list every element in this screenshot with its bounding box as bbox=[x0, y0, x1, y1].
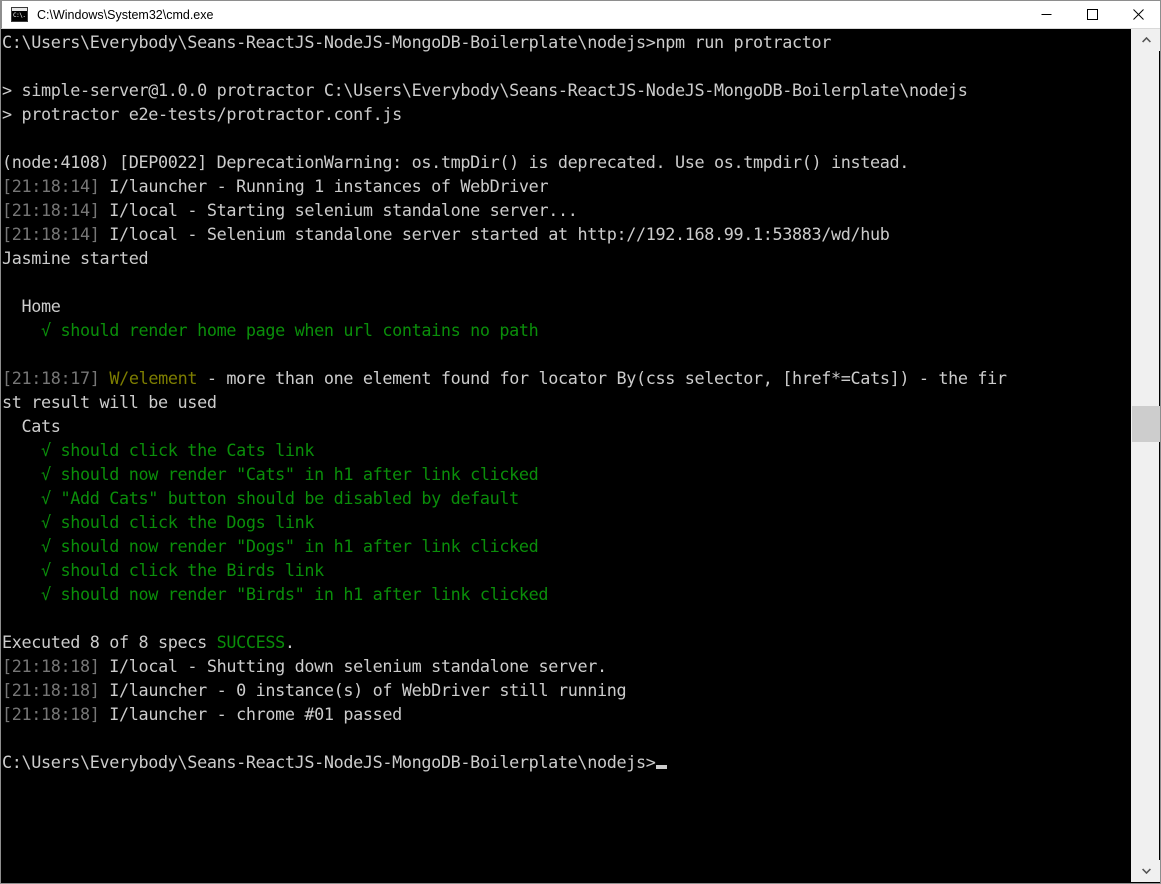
console-text-segment: Home bbox=[2, 296, 61, 316]
console-text-segment: (node:4108) [DEP0022] DeprecationWarning… bbox=[2, 152, 910, 172]
console-text-segment: C:\Users\Everybody\Seans-ReactJS-NodeJS-… bbox=[2, 32, 832, 52]
console-text-segment: √ should click the Dogs link bbox=[2, 512, 315, 532]
window-titlebar[interactable]: C:\Windows\System32\cmd.exe bbox=[1, 0, 1160, 29]
minimize-button[interactable] bbox=[1023, 0, 1069, 29]
cmd-window: C:\Windows\System32\cmd.exe C:\Users bbox=[0, 0, 1161, 884]
console-text-segment: I/launcher - chrome #01 passed bbox=[99, 704, 402, 724]
scroll-down-button[interactable] bbox=[1132, 860, 1160, 882]
console-text-segment: √ "Add Cats" button should be disabled b… bbox=[2, 488, 519, 508]
console-line: [21:18:17] W/element - more than one ele… bbox=[2, 366, 1133, 390]
console-text-segment: [21:18:14] bbox=[2, 176, 100, 196]
console-line: [21:18:18] I/launcher - chrome #01 passe… bbox=[2, 702, 1133, 726]
console-line: (node:4108) [DEP0022] DeprecationWarning… bbox=[2, 150, 1133, 174]
console-text-segment: > protractor e2e-tests/protractor.conf.j… bbox=[2, 104, 402, 124]
console-text-segment: [21:18:14] bbox=[2, 224, 100, 244]
console-text-segment: I/local - Starting selenium standalone s… bbox=[99, 200, 578, 220]
console-text-segment: C:\Users\Everybody\Seans-ReactJS-NodeJS-… bbox=[2, 752, 656, 772]
console-line: Cats bbox=[2, 414, 1133, 438]
console-line: √ should click the Birds link bbox=[2, 558, 1133, 582]
console-text-segment: Cats bbox=[2, 416, 61, 436]
maximize-button[interactable] bbox=[1069, 0, 1115, 29]
console-line: > protractor e2e-tests/protractor.conf.j… bbox=[2, 102, 1133, 126]
console-text-segment: - more than one element found for locato… bbox=[197, 368, 1007, 388]
console-text-segment: Jasmine started bbox=[2, 248, 149, 268]
console-line: > simple-server@1.0.0 protractor C:\User… bbox=[2, 78, 1133, 102]
console-line: [21:18:14] I/local - Selenium standalone… bbox=[2, 222, 1133, 246]
console-text-segment: [21:18:17] bbox=[2, 368, 100, 388]
console-text-segment: √ should render home page when url conta… bbox=[2, 320, 539, 340]
console-line: √ should click the Cats link bbox=[2, 438, 1133, 462]
window-title: C:\Windows\System32\cmd.exe bbox=[37, 7, 214, 22]
console-text-segment: I/launcher - 0 instance(s) of WebDriver … bbox=[99, 680, 627, 700]
console-text-segment: W/element bbox=[109, 368, 198, 388]
console-line: Executed 8 of 8 specs SUCCESS. bbox=[2, 630, 1133, 654]
console-text-segment: [21:18:14] bbox=[2, 200, 100, 220]
console-line: [21:18:18] I/launcher - 0 instance(s) of… bbox=[2, 678, 1133, 702]
console-scrollbar[interactable] bbox=[1131, 29, 1160, 882]
console-line: √ "Add Cats" button should be disabled b… bbox=[2, 486, 1133, 510]
console-text-segment: [21:18:18] bbox=[2, 704, 100, 724]
scroll-up-button[interactable] bbox=[1132, 29, 1160, 51]
console-text-segment: [21:18:18] bbox=[2, 656, 100, 676]
console-text-segment: . bbox=[284, 632, 295, 652]
console-line: √ should now render "Birds" in h1 after … bbox=[2, 582, 1133, 606]
console-text-segment: SUCCESS bbox=[216, 632, 286, 652]
console-line: √ should click the Dogs link bbox=[2, 510, 1133, 534]
console-text-segment: √ should click the Birds link bbox=[2, 560, 324, 580]
console-line: C:\Users\Everybody\Seans-ReactJS-NodeJS-… bbox=[2, 750, 1133, 774]
console-line: √ should now render "Dogs" in h1 after l… bbox=[2, 534, 1133, 558]
console-output-area[interactable]: C:\Users\Everybody\Seans-ReactJS-NodeJS-… bbox=[2, 29, 1133, 882]
console-line: Home bbox=[2, 294, 1133, 318]
console-line: st result will be used bbox=[2, 390, 1133, 414]
console-text-segment: √ should now render "Dogs" in h1 after l… bbox=[2, 536, 539, 556]
console-text-segment: I/launcher - Running 1 instances of WebD… bbox=[99, 176, 549, 196]
cmd-console-icon bbox=[11, 7, 28, 22]
console-line: [21:18:18] I/local - Shutting down selen… bbox=[2, 654, 1133, 678]
console-text-segment: [21:18:18] bbox=[2, 680, 100, 700]
console-line: Jasmine started bbox=[2, 246, 1133, 270]
console-line: [21:18:14] I/local - Starting selenium s… bbox=[2, 198, 1133, 222]
console-line: √ should render home page when url conta… bbox=[2, 318, 1133, 342]
console-lines: C:\Users\Everybody\Seans-ReactJS-NodeJS-… bbox=[2, 30, 1133, 774]
console-text-segment: √ should now render "Cats" in h1 after l… bbox=[2, 464, 539, 484]
console-text-segment: I/local - Shutting down selenium standal… bbox=[99, 656, 607, 676]
console-line: [21:18:14] I/launcher - Running 1 instan… bbox=[2, 174, 1133, 198]
window-controls bbox=[1023, 0, 1160, 29]
console-line: C:\Users\Everybody\Seans-ReactJS-NodeJS-… bbox=[2, 30, 1133, 54]
close-button[interactable] bbox=[1115, 0, 1160, 29]
console-text-segment: Executed 8 of 8 specs bbox=[2, 632, 217, 652]
scrollbar-thumb[interactable] bbox=[1132, 406, 1160, 442]
console-line: √ should now render "Cats" in h1 after l… bbox=[2, 462, 1133, 486]
console-text-segment bbox=[100, 368, 110, 388]
console-text-segment: > simple-server@1.0.0 protractor C:\User… bbox=[2, 80, 968, 100]
terminal-cursor bbox=[656, 765, 668, 769]
console-text-segment: st result will be used bbox=[2, 392, 217, 412]
console-text-segment: √ should now render "Birds" in h1 after … bbox=[2, 584, 549, 604]
console-text-segment: √ should click the Cats link bbox=[2, 440, 315, 460]
console-text-segment: I/local - Selenium standalone server sta… bbox=[99, 224, 890, 244]
